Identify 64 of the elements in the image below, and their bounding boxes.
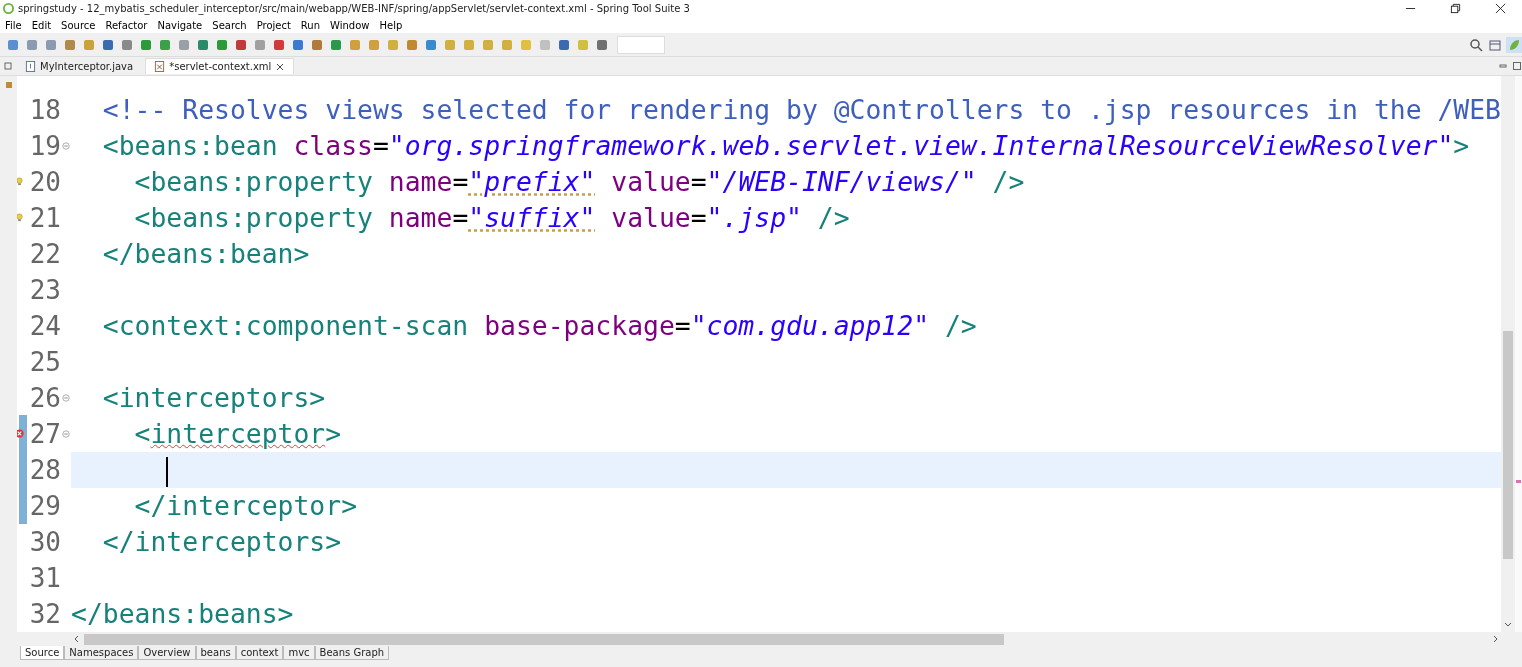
line-number: 21 [28,203,62,233]
code-line: </interceptors> [101,525,343,559]
window-title: springstudy - 12_mybatis_scheduler_interceptor/src/main/webapp/WEB-INF/spring/appServlet/servlet-context.xml - Spring Tool Suite 3 [18,3,690,14]
page-tab[interactable]: Source [20,646,65,660]
text-cursor [166,456,169,487]
maximize-icon[interactable] [1512,61,1522,71]
code-line: <beans:property name="prefix" value="/WEB-INF/views/" /> [133,165,1026,199]
line-number: 19 [28,131,62,161]
fold-icon[interactable] [62,394,71,402]
line-number: 30 [28,527,62,557]
error-icon[interactable] [17,429,25,438]
line-number: 22 [28,239,62,269]
page-tab[interactable]: context [235,646,284,660]
menu-item[interactable]: Help [379,19,403,31]
lightbulb-icon[interactable] [17,213,25,222]
menu-item[interactable]: Run [300,19,321,31]
menu-item[interactable]: Navigate [157,19,203,31]
outline-icon[interactable] [3,80,14,90]
code-line: <interceptor> [133,417,343,451]
code-line: </beans:beans> [71,597,295,631]
leaf-icon[interactable] [1506,36,1522,53]
line-number: 18 [28,95,62,125]
scrollbar-thumb[interactable] [1503,331,1513,559]
lightbulb-icon[interactable] [17,177,25,186]
menu-item[interactable]: File [5,19,22,31]
code-line: <beans:bean class="org.springframework.web.servlet.view.InternalResourceViewResolver"> [101,129,1471,163]
editor-tab[interactable]: *servlet-context.xml [145,58,295,74]
page-tab[interactable]: mvc [283,646,315,660]
page-tab[interactable]: Beans Graph [314,646,390,660]
app-logo-icon [3,3,14,14]
fold-icon[interactable] [62,142,71,150]
menu-item[interactable]: Project [256,19,291,31]
page-tab[interactable]: beans [195,646,236,660]
page-tab[interactable]: Overview [138,646,196,660]
line-number: 23 [28,275,62,305]
code-line: <interceptors> [101,381,327,415]
code-line: </beans:bean> [101,237,311,271]
line-number: 27 [28,419,62,449]
java-file-icon [25,60,36,72]
page-tab[interactable]: Namespaces [64,646,139,660]
line-number: 29 [28,491,62,521]
code-line: </interceptor> [133,489,359,523]
code-line: <beans:property name="suffix" value=".jsp" /> [133,201,851,235]
scrollbar-thumb[interactable] [84,633,1004,645]
code-line: <!-- Resolves views selected for rendering by @Controllers to .jsp resources in the /WEB [101,93,1501,127]
change-marker[interactable] [1516,480,1521,483]
menu-item[interactable]: Edit [31,19,52,31]
line-number: 20 [28,167,62,197]
fold-icon[interactable] [62,430,71,438]
line-number: 31 [28,563,62,593]
menu-item[interactable]: Search [212,19,247,31]
line-number: 26 [28,383,62,413]
editor-tab[interactable]: MyInterceptor.java [17,58,142,74]
line-number: 24 [28,311,62,341]
menu-item[interactable]: Source [61,19,96,31]
line-number: 32 [28,599,62,629]
line-number: 25 [28,347,62,377]
close-icon[interactable] [275,61,286,72]
menu-item[interactable]: Window [330,19,370,31]
line-number: 28 [28,455,62,485]
search-icon[interactable] [1468,36,1484,53]
menu-item[interactable]: Refactor [105,19,148,31]
xml-file-icon [154,61,166,72]
code-line: <context:component-scan base-package="com.gdu.app12" /> [101,309,978,343]
